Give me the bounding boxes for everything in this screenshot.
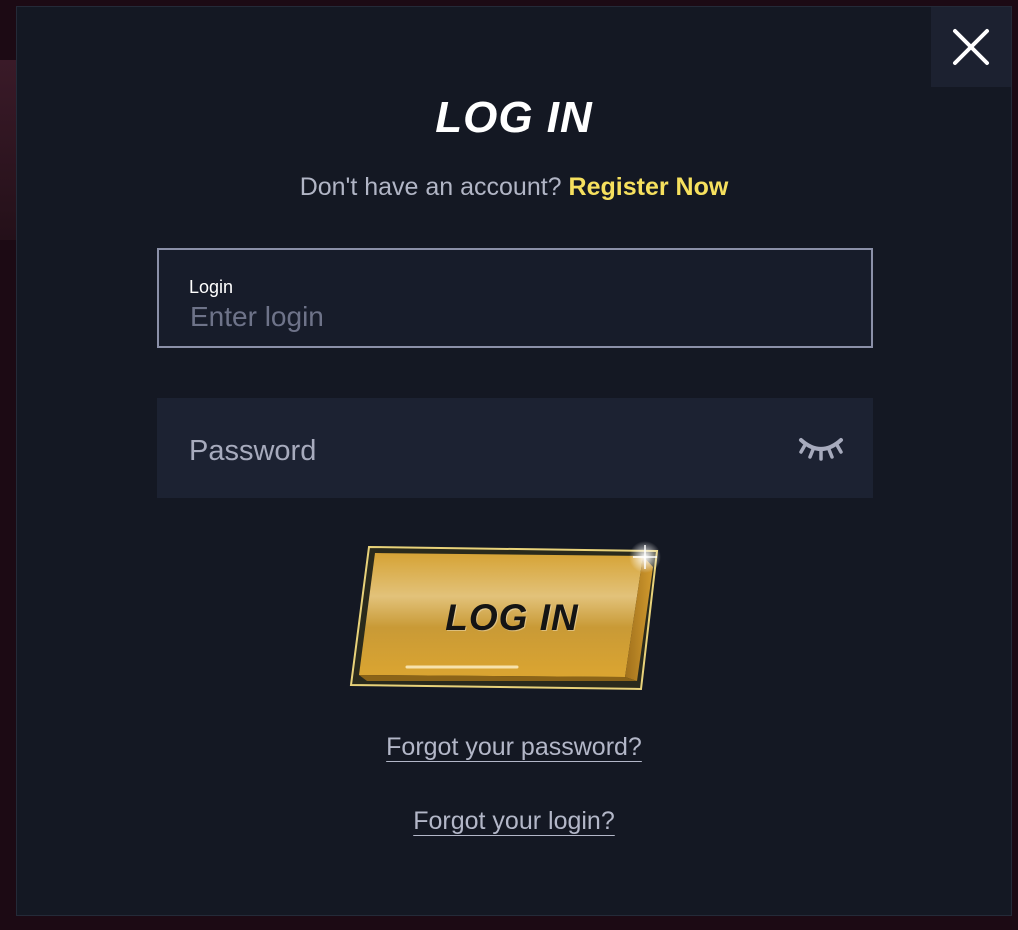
register-now-link[interactable]: Register Now bbox=[569, 173, 729, 201]
login-field[interactable]: Login bbox=[157, 248, 873, 348]
forgot-password-row: Forgot your password? bbox=[17, 733, 1011, 762]
eye-closed-icon[interactable] bbox=[797, 432, 845, 464]
login-modal: LOG IN Don't have an account? Register N… bbox=[16, 6, 1012, 916]
password-input[interactable] bbox=[189, 431, 749, 471]
modal-title: LOG IN bbox=[435, 93, 593, 142]
login-submit-label: LOG IN bbox=[445, 597, 579, 638]
forgot-login-row: Forgot your login? bbox=[17, 807, 1011, 836]
login-input[interactable] bbox=[190, 300, 830, 334]
login-submit-button[interactable]: LOG IN bbox=[347, 537, 677, 697]
forgot-password-link[interactable]: Forgot your password? bbox=[386, 733, 642, 761]
login-field-label: Login bbox=[189, 277, 234, 297]
close-icon bbox=[953, 29, 989, 65]
password-field[interactable] bbox=[157, 398, 873, 498]
register-prompt: Don't have an account? Register Now bbox=[17, 173, 1011, 202]
close-button[interactable] bbox=[931, 7, 1011, 87]
register-prompt-text: Don't have an account? bbox=[299, 173, 562, 201]
forgot-login-link[interactable]: Forgot your login? bbox=[413, 807, 615, 835]
